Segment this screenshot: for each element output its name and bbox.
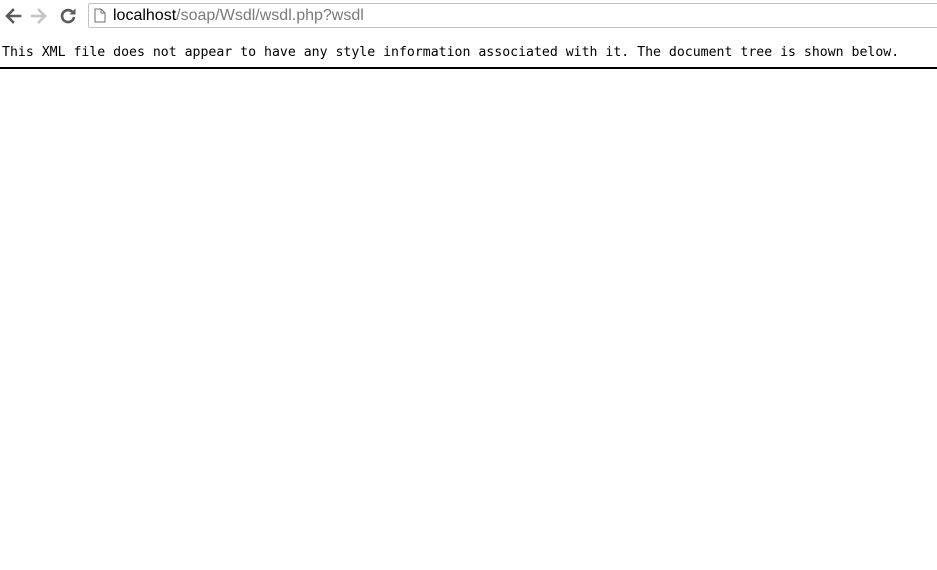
- xml-style-notice: This XML file does not appear to have an…: [2, 45, 900, 60]
- reload-icon: [60, 8, 76, 24]
- back-button[interactable]: [3, 6, 23, 26]
- notice-divider: [0, 67, 937, 69]
- back-arrow-icon: [5, 8, 22, 24]
- browser-toolbar: localhost/soap/Wsdl/wsdl.php?wsdl: [0, 0, 937, 32]
- url-path: /soap/Wsdl/wsdl.php?wsdl: [176, 7, 364, 24]
- page-icon: [94, 8, 106, 23]
- url-text: localhost/soap/Wsdl/wsdl.php?wsdl: [113, 6, 364, 26]
- url-host: localhost: [113, 7, 177, 24]
- forward-button[interactable]: [29, 6, 49, 26]
- forward-arrow-icon: [30, 8, 47, 24]
- reload-button[interactable]: [58, 6, 78, 26]
- address-bar[interactable]: localhost/soap/Wsdl/wsdl.php?wsdl: [88, 3, 937, 28]
